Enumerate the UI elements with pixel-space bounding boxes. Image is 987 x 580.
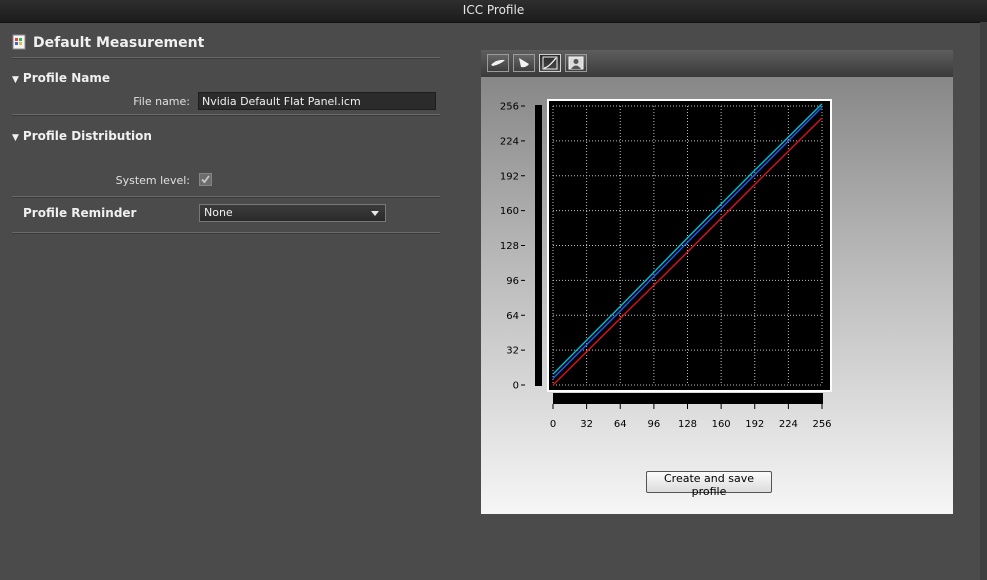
divider	[12, 57, 440, 59]
collapse-triangle-icon: ▼	[12, 133, 19, 143]
system-level-label: System level:	[115, 174, 190, 187]
x-tick-label: 128	[678, 419, 697, 430]
divider	[12, 196, 440, 198]
measurement-panel: Default Measurement ▼ Profile Name File n…	[0, 22, 445, 580]
y-gradient-bar	[535, 105, 542, 386]
x-tick-label: 32	[580, 419, 593, 430]
y-tick-label: 64	[506, 311, 519, 322]
system-level-checkbox[interactable]	[199, 173, 212, 186]
tone-curve-chart: 0 32 64 96 128 160 192 224 256 0 32 64 96 128 160 192 2…	[500, 99, 832, 430]
y-tick-label: 256	[500, 102, 519, 113]
x-tick-label: 256	[812, 419, 831, 430]
y-tick-label: 224	[500, 136, 519, 147]
profile-distribution-header[interactable]: ▼ Profile Distribution	[12, 129, 152, 143]
profile-preview-panel: 0 32 64 96 128 160 192 224 256 0 32 64 96 128 160 192 2…	[481, 50, 953, 514]
create-save-profile-button[interactable]: Create and save profile	[646, 471, 772, 498]
x-tick-label: 0	[550, 419, 556, 430]
y-tick-label: 192	[500, 171, 519, 182]
profile-reminder-value: None	[204, 206, 233, 219]
x-tick-label: 160	[712, 419, 731, 430]
y-tick-label: 96	[506, 276, 519, 287]
file-name-label: File name:	[133, 95, 190, 108]
y-tick-label: 160	[500, 206, 519, 217]
profile-name-header-label: Profile Name	[22, 71, 110, 85]
profile-distribution-header-label: Profile Distribution	[22, 129, 152, 143]
dropdown-arrow-icon	[371, 211, 379, 216]
y-tick-label: 128	[500, 241, 519, 252]
scrollbar[interactable]	[980, 22, 987, 580]
profile-reminder-label: Profile Reminder	[23, 206, 137, 220]
x-tick-label: 64	[614, 419, 627, 430]
y-tick-label: 0	[513, 381, 519, 392]
x-tick-label: 224	[779, 419, 798, 430]
divider	[12, 114, 440, 116]
window-title: ICC Profile	[462, 3, 525, 17]
collapse-triangle-icon: ▼	[12, 75, 19, 85]
y-axis: 0 32 64 96 128 160 192 224 256	[500, 102, 525, 392]
x-gradient-bar	[553, 393, 823, 404]
title-bar: ICC Profile	[0, 0, 987, 23]
y-tick-label: 32	[506, 346, 519, 357]
checkmark-icon	[201, 175, 210, 184]
profile-name-header[interactable]: ▼ Profile Name	[12, 71, 110, 85]
divider	[12, 232, 440, 234]
x-tick-label: 96	[648, 419, 661, 430]
profile-reminder-select[interactable]: None	[199, 204, 386, 222]
x-axis: 0 32 64 96 128 160 192 224 256	[550, 404, 832, 430]
page-title: Default Measurement	[33, 35, 205, 51]
profile-document-icon	[12, 34, 26, 50]
file-name-input[interactable]	[198, 92, 436, 110]
x-tick-label: 192	[745, 419, 764, 430]
